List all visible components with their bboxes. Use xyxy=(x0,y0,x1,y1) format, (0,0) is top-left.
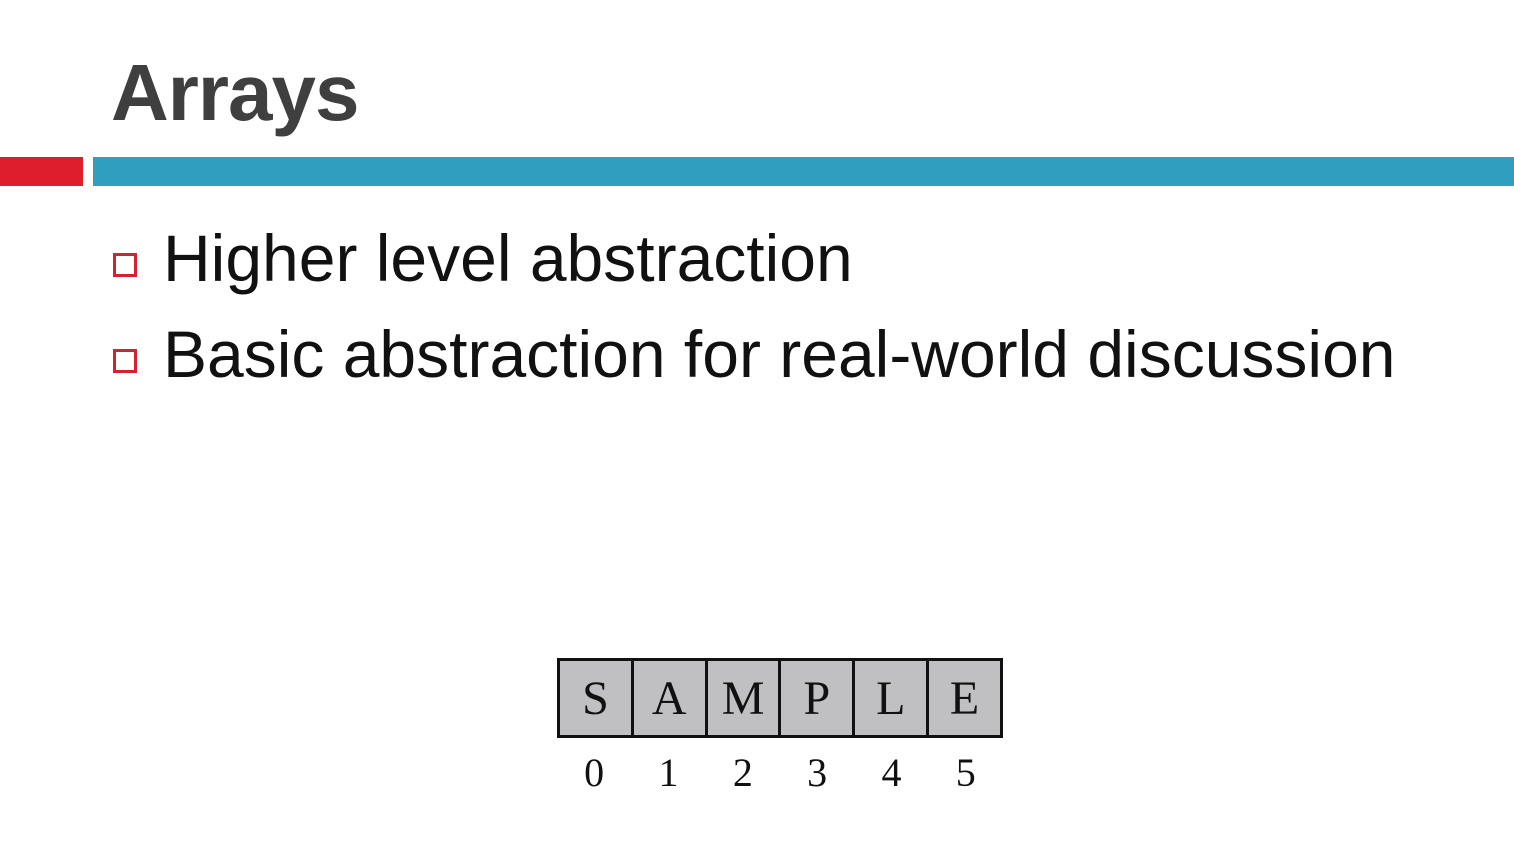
array-index-label: 0 xyxy=(584,750,605,795)
array-index-label: 4 xyxy=(881,750,902,795)
array-cell: P xyxy=(781,661,856,735)
array-cells: S A M P L E xyxy=(557,658,1003,738)
array-indices: 0 1 2 3 4 5 xyxy=(557,750,1003,796)
array-diagram: S A M P L E 0 1 2 3 4 5 xyxy=(557,658,1003,798)
array-cell: M xyxy=(708,661,782,735)
bullet-list: Higher level abstraction Basic abstracti… xyxy=(113,210,1396,402)
square-bullet-icon xyxy=(113,253,137,277)
title-rule-blue-bar xyxy=(93,157,1514,186)
array-index-label: 1 xyxy=(658,750,679,795)
array-index-label: 2 xyxy=(732,750,753,795)
bullet-text: Basic abstraction for real-world discuss… xyxy=(163,317,1396,391)
bullet-item: Higher level abstraction xyxy=(113,210,1396,306)
array-cell: E xyxy=(949,671,980,725)
bullet-text: Higher level abstraction xyxy=(163,221,853,295)
square-bullet-icon xyxy=(113,349,137,373)
title-rule-red-accent xyxy=(0,157,83,186)
array-index-label: 5 xyxy=(955,750,976,795)
array-cell: A xyxy=(634,661,708,735)
array-cell: S xyxy=(560,661,634,735)
array-cell: L xyxy=(855,661,930,735)
array-index-label: 3 xyxy=(807,750,828,795)
bullet-item: Basic abstraction for real-world discuss… xyxy=(113,306,1396,402)
slide-title: Arrays xyxy=(111,48,360,137)
